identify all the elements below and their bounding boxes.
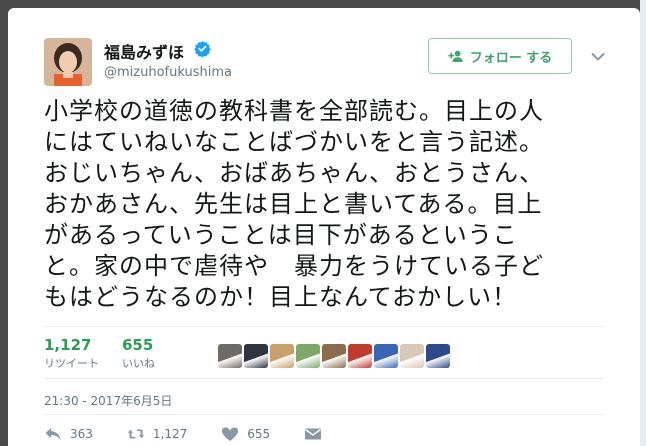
divider: [44, 378, 604, 379]
liker-avatars: [218, 344, 450, 368]
verified-badge-icon: [194, 41, 211, 57]
follow-button-label: フォロー する: [469, 50, 553, 66]
red-character-icon[interactable]: [348, 344, 372, 368]
like-button[interactable]: 655: [221, 426, 270, 442]
retweet-action-count: 1,127: [152, 427, 188, 441]
action-bar: 363 1,127 655: [44, 426, 356, 442]
author-handle[interactable]: @mizuhofukushima: [104, 65, 232, 80]
light-photo-icon[interactable]: [400, 344, 424, 368]
tweet-line: と。家の中で虐待や 暴力をうけている子ど: [44, 252, 544, 280]
reply-count: 363: [70, 427, 93, 441]
blue-anime-icon[interactable]: [426, 344, 450, 368]
divider: [44, 414, 604, 415]
background-strip: [640, 0, 646, 446]
like-action-count: 655: [247, 427, 271, 441]
tweet-card: 福島みずほ @mizuhofukushima フォロー する 小学校の道徳の教科…: [8, 8, 640, 446]
divider: [44, 326, 604, 327]
author-name[interactable]: 福島みずほ: [104, 39, 184, 63]
tweet-line: 小学校の道徳の教科書を全部読む。目上の人: [44, 97, 544, 125]
retweet-icon: [127, 429, 145, 439]
tweet-line: があるっていうことは目下があるというこ: [44, 221, 518, 249]
tweet-line: おかあさん、先生は目上と書いてある。目上: [44, 190, 543, 218]
retweet-button[interactable]: 1,127: [127, 426, 187, 442]
avatar[interactable]: [44, 38, 92, 86]
like-count: 655: [122, 336, 154, 354]
like-stat[interactable]: 655 いいね: [122, 336, 155, 371]
retweet-count: 1,127: [44, 336, 92, 354]
tweet-line: もはどうなるのか！目上なんておかしい！: [44, 283, 518, 311]
like-label: いいね: [122, 357, 155, 370]
retweet-stat[interactable]: 1,127 リツイート: [44, 336, 99, 371]
cat-face-icon[interactable]: [218, 344, 242, 368]
chevron-down-icon[interactable]: [591, 52, 605, 62]
timestamp[interactable]: 21:30 - 2017年6月5日: [44, 392, 172, 409]
cat-orange-icon[interactable]: [270, 344, 294, 368]
retweet-label: リツイート: [44, 357, 99, 370]
tweet-text: 小学校の道徳の教科書を全部読む。目上の人 にはていねいなことばづかいをと言う記述…: [44, 96, 614, 313]
reply-icon: [45, 428, 61, 440]
blue-yellow-icon[interactable]: [374, 344, 398, 368]
follow-button[interactable]: フォロー する: [428, 38, 572, 74]
green-character-icon[interactable]: [296, 344, 320, 368]
add-user-icon: [448, 50, 463, 62]
tweet-line: にはていねいなことばづかいをと言う記述。: [44, 128, 544, 156]
tweet-line: おじいちゃん、おばあちゃん、おとうさん、: [44, 159, 544, 187]
heart-icon: [222, 427, 239, 441]
reply-button[interactable]: 363: [44, 426, 93, 442]
anime-girl-icon[interactable]: [244, 344, 268, 368]
cat-brown-icon[interactable]: [322, 344, 346, 368]
direct-message-button[interactable]: [304, 426, 322, 442]
envelope-icon: [305, 428, 322, 440]
